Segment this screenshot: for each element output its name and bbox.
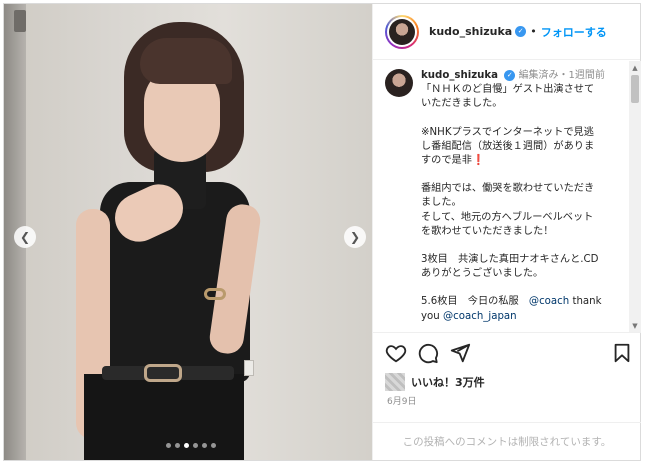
- bookmark-icon[interactable]: [611, 342, 633, 364]
- caption-line: ※NHKプラスでインターネットで見逃: [421, 126, 594, 138]
- caption-verified-icon: ✓: [504, 69, 516, 81]
- caption-line: 番組内では、働哭を歌わせていただき: [421, 183, 595, 195]
- liker-avatar: [385, 373, 405, 391]
- door-hinge: [14, 10, 26, 32]
- caption-line-text: thank: [569, 296, 602, 308]
- caption-scrollbar[interactable]: ▲ ▼: [629, 61, 641, 332]
- likes-count[interactable]: いいね！3万件: [411, 374, 485, 390]
- scroll-up-arrow-icon[interactable]: ▲: [631, 64, 639, 72]
- carousel-prev-button[interactable]: ❮: [14, 226, 36, 248]
- follow-button[interactable]: フォローする: [541, 24, 607, 40]
- scroll-down-arrow-icon[interactable]: ▼: [631, 322, 639, 330]
- carousel-indicator: [166, 443, 216, 448]
- avatar-frame: [387, 16, 417, 47]
- action-bar: [385, 342, 633, 370]
- caption-text: 「ＮＨＫのど自慢」ゲスト出演させて いただきました。 ※NHKプラスでインターネ…: [421, 83, 631, 324]
- caption-line: 3枚目 共演した真田ナオキさんと.CD: [421, 254, 599, 266]
- avatar: [389, 18, 415, 45]
- caption-line-text: すので是非: [421, 155, 472, 167]
- caption-line: 5.6枚目 今日の私服 @coach thank: [421, 295, 631, 309]
- carousel-dot: [166, 443, 171, 448]
- photo-bracelet: [204, 288, 226, 300]
- share-icon[interactable]: [449, 342, 471, 364]
- comment-restricted-notice: この投稿へのコメントは制限されています。: [373, 422, 641, 460]
- caption-scroll-area[interactable]: kudo_shizuka ✓ 編集済み・1週間前 「ＮＨＫのど自慢」ゲスト出演さ…: [373, 61, 641, 333]
- exclamation-icon: ❗: [471, 155, 485, 167]
- carousel-dot: [211, 443, 216, 448]
- caption-line: いただきました。: [421, 98, 503, 110]
- caption-line-text: 5.6枚目 今日の私服: [421, 296, 529, 308]
- likes-row[interactable]: いいね！3万件: [385, 373, 485, 391]
- chevron-left-icon: ❮: [19, 230, 31, 244]
- carousel-dot: [193, 443, 198, 448]
- wall-outlet: [244, 360, 254, 376]
- caption-line: すので是非❗: [421, 154, 631, 168]
- carousel-next-button[interactable]: ❯: [344, 226, 366, 248]
- caption-line: ました。: [421, 197, 462, 209]
- caption-avatar[interactable]: [385, 69, 413, 97]
- photo-skirt: [84, 374, 244, 460]
- scroll-thumb[interactable]: [631, 75, 639, 103]
- post-modal: ❮ ❯ kudo_shizuka ✓ • フォローする kudo_shizuka…: [3, 3, 641, 461]
- header-username[interactable]: kudo_shizuka: [429, 25, 512, 38]
- caption-line: そして、地元の方へブルーベルベット: [421, 211, 594, 223]
- post-photo: ❮ ❯: [4, 4, 372, 460]
- caption-line: you @coach_japan: [421, 310, 631, 324]
- caption-line: 「ＮＨＫのど自慢」ゲスト出演させて: [421, 84, 595, 96]
- photo-bangs: [140, 38, 232, 84]
- mention-link[interactable]: @coach_japan: [443, 311, 517, 322]
- verified-badge-icon: ✓: [515, 26, 527, 37]
- caption-line: し番組配信（放送後１週間）がありま: [421, 140, 595, 152]
- caption-header-line: kudo_shizuka ✓ 編集済み・1週間前: [421, 69, 631, 83]
- heart-icon[interactable]: [385, 342, 407, 364]
- post-side-panel: kudo_shizuka ✓ • フォローする kudo_shizuka ✓ 編…: [372, 4, 641, 460]
- story-ring[interactable]: [385, 14, 419, 49]
- caption-meta: 編集済み・1週間前: [518, 70, 605, 81]
- caption-line: ありがとうございました。: [421, 268, 544, 280]
- chevron-right-icon: ❯: [349, 230, 361, 244]
- caption-username[interactable]: kudo_shizuka: [421, 70, 498, 81]
- photo-buckle: [144, 364, 182, 382]
- carousel-dot: [175, 443, 180, 448]
- carousel-dot: [202, 443, 207, 448]
- caption-body: kudo_shizuka ✓ 編集済み・1週間前 「ＮＨＫのど自慢」ゲスト出演さ…: [421, 69, 631, 324]
- post-date[interactable]: 6月9日: [387, 394, 416, 407]
- carousel-dot: [184, 443, 189, 448]
- caption: kudo_shizuka ✓ 編集済み・1週間前 「ＮＨＫのど自慢」ゲスト出演さ…: [373, 61, 641, 324]
- caption-line-text: you: [421, 310, 443, 322]
- caption-line: を歌わせていただきました！: [421, 225, 554, 237]
- header-separator: •: [530, 25, 537, 38]
- post-header: kudo_shizuka ✓ • フォローする: [373, 4, 640, 60]
- mention-link[interactable]: @coach: [529, 296, 569, 307]
- comment-icon[interactable]: [417, 342, 439, 364]
